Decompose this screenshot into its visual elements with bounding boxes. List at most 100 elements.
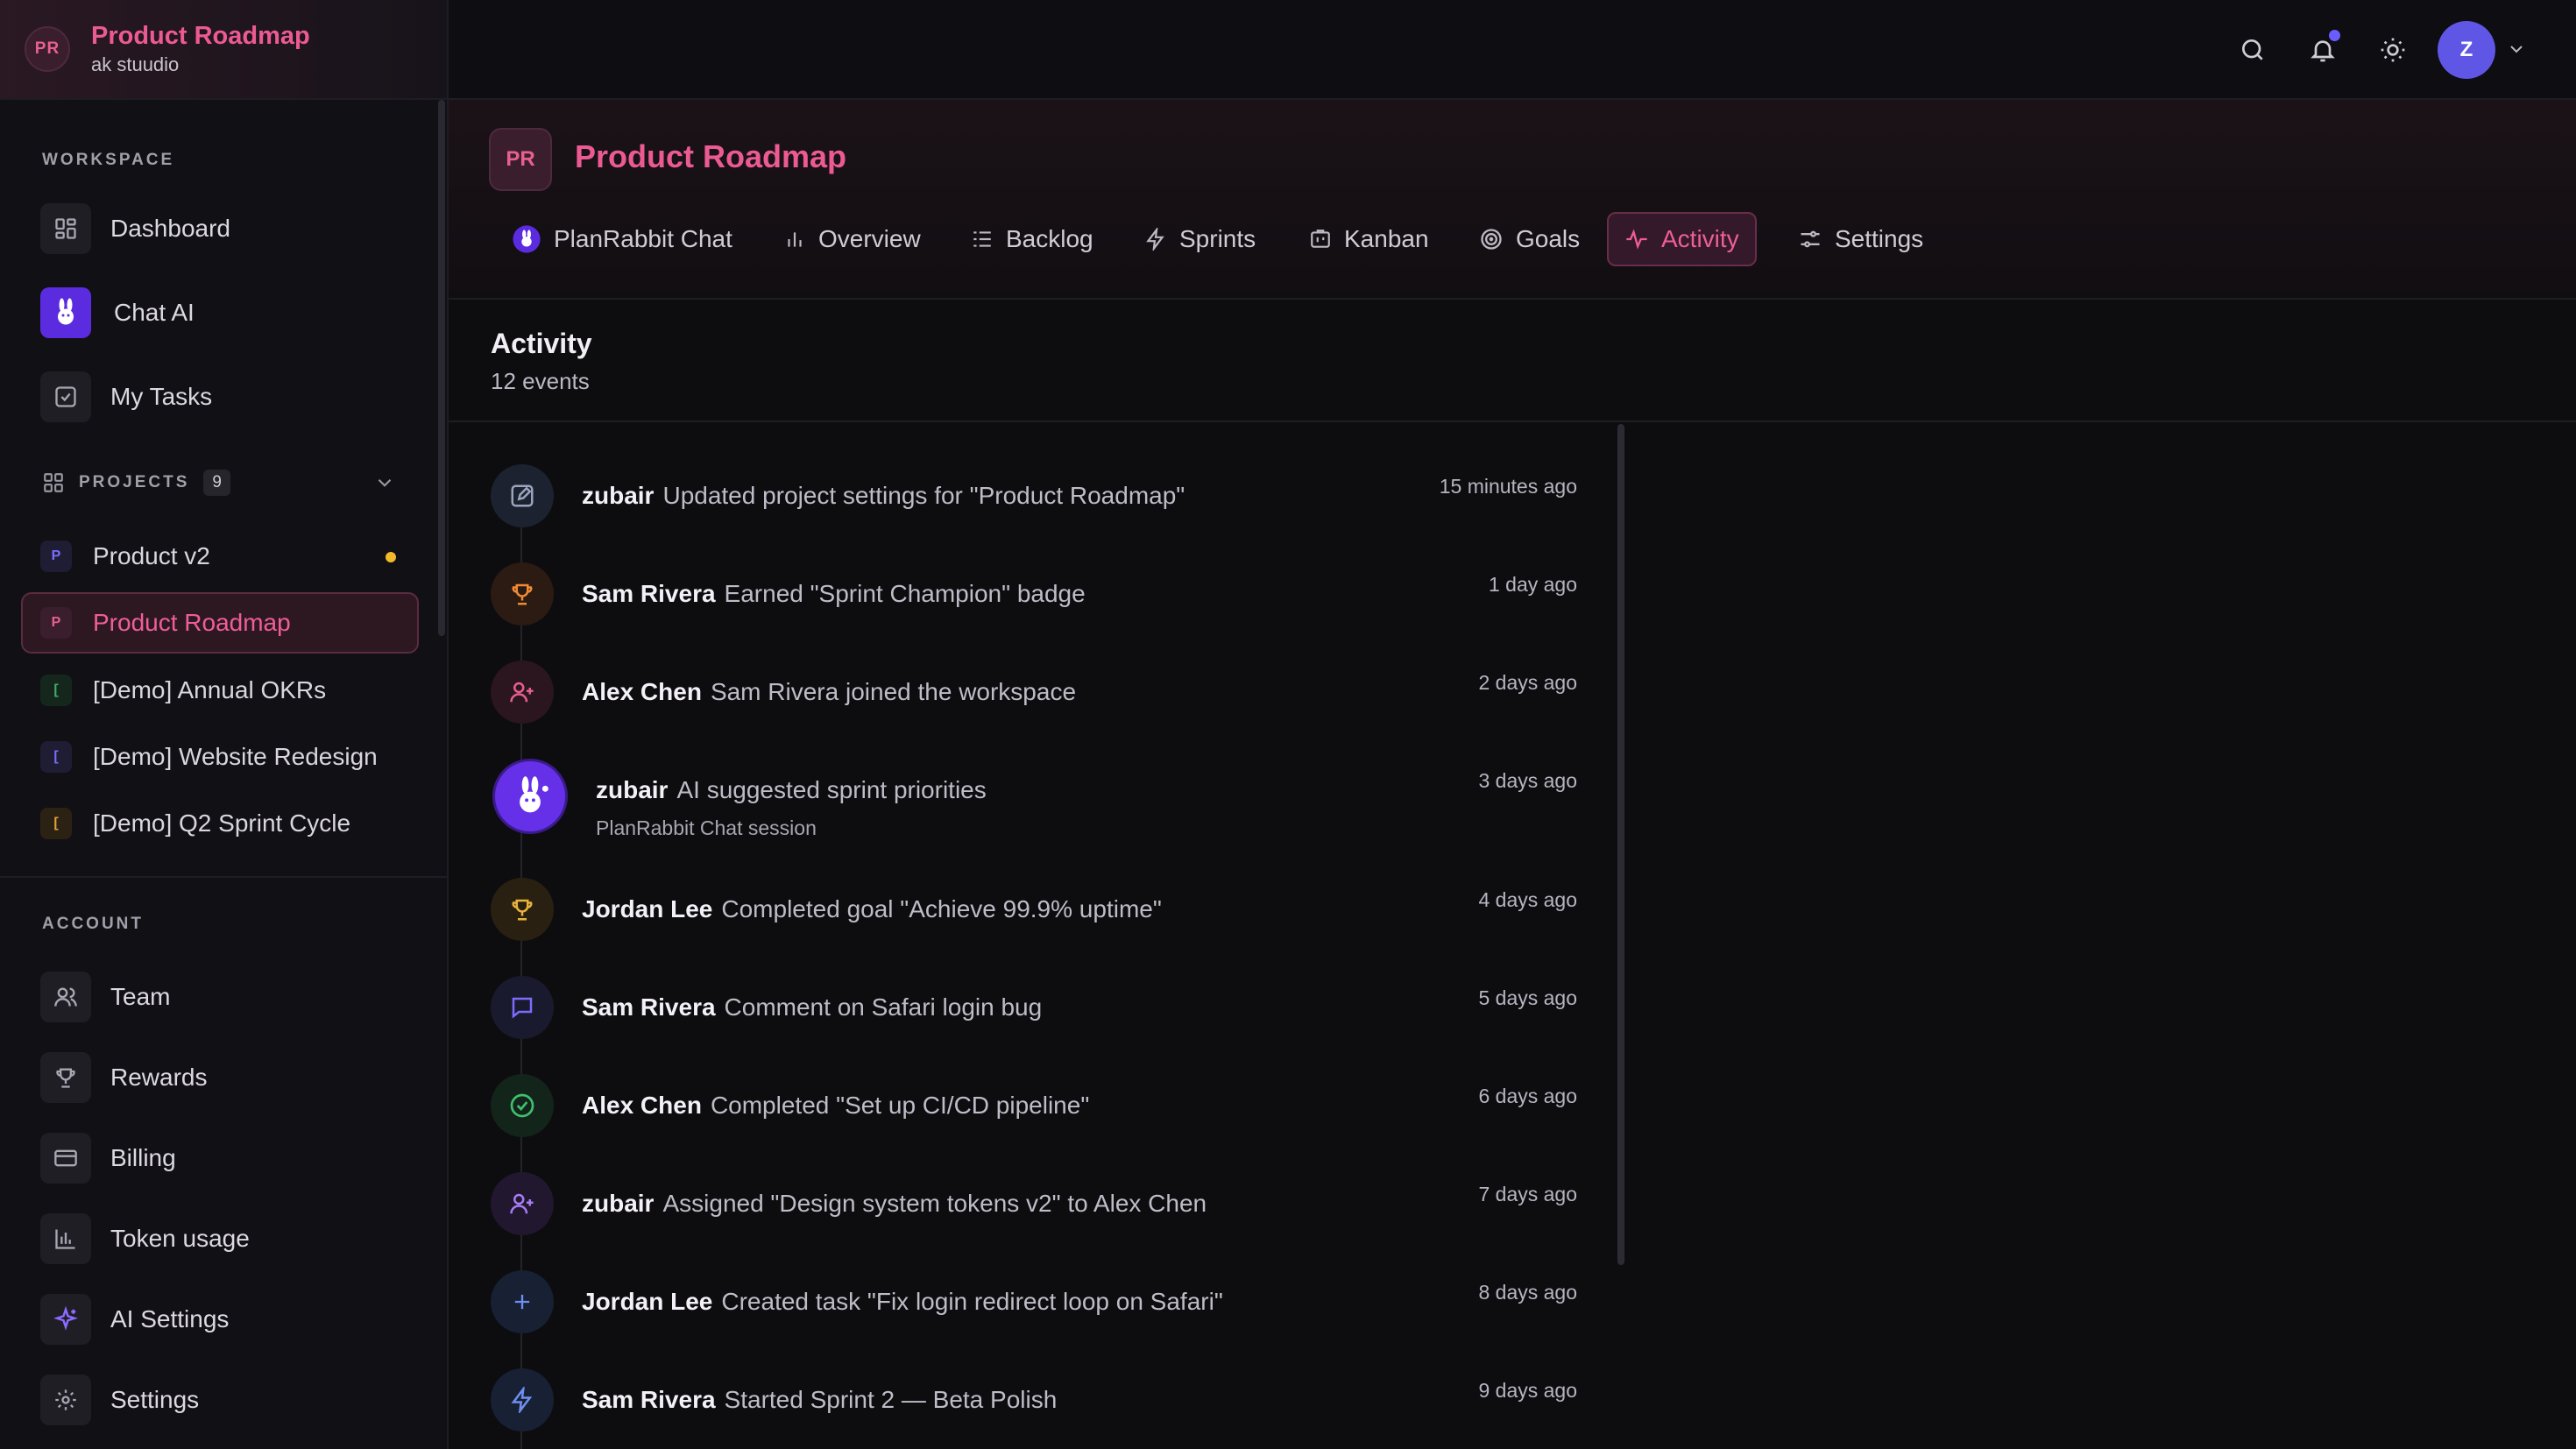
user-plus-icon: [491, 661, 554, 724]
project-initial: [: [40, 675, 72, 706]
chevron-down-icon[interactable]: [2506, 39, 2527, 60]
tab-backlog[interactable]: Backlog: [955, 212, 1109, 266]
workspace-section-label: WORKSPACE: [42, 151, 175, 169]
project-label: Product Roadmap: [93, 609, 291, 636]
activity-actor[interactable]: Sam Rivera: [582, 1386, 716, 1413]
activity-description: Updated project settings for "Product Ro…: [662, 482, 1185, 509]
edit-icon: [491, 464, 554, 527]
tab-kanban[interactable]: Kanban: [1293, 212, 1445, 266]
credit-card-icon: [40, 1133, 91, 1184]
sidebar-item-ai-settings[interactable]: AI Settings: [40, 1294, 229, 1345]
sidebar-scrollbar[interactable]: [438, 100, 445, 636]
tab-label: Goals: [1516, 225, 1581, 252]
sidebar-item-team[interactable]: Team: [40, 972, 170, 1022]
kanban-icon: [1311, 230, 1330, 248]
activity-actor[interactable]: Sam Rivera: [582, 580, 716, 607]
activity-subtext: PlanRabbit Chat session: [596, 816, 817, 839]
activity-description: Created task "Fix login redirect loop on…: [721, 1288, 1223, 1315]
user-avatar[interactable]: Z: [2438, 21, 2495, 79]
activity-actor[interactable]: Jordan Lee: [582, 895, 712, 922]
activity-description: Assigned "Design system tokens v2" to Al…: [662, 1190, 1207, 1217]
projects-count-badge: 9: [203, 470, 230, 496]
activity-description: Completed "Set up CI/CD pipeline": [710, 1092, 1090, 1119]
planrabbit-logo-icon: [492, 759, 568, 834]
bell-icon[interactable]: [2303, 30, 2343, 70]
trophy-icon: [491, 562, 554, 626]
sidebar-item-chat-ai[interactable]: Chat AI: [40, 287, 195, 338]
sidebar-item-label: Settings: [110, 1386, 200, 1413]
activity-actor[interactable]: Jordan Lee: [582, 1288, 712, 1315]
tab-label: Backlog: [1006, 225, 1093, 252]
bar-chart-icon: [40, 1213, 91, 1264]
workspace-switcher[interactable]: PR Product Roadmap ak stuudio: [0, 0, 447, 100]
divider: [449, 421, 2576, 422]
activity-time: 15 minutes ago: [1439, 475, 1577, 498]
activity-icon: [1626, 229, 1647, 250]
lightning-icon: [491, 1368, 554, 1431]
projects-header[interactable]: PROJECTS 9: [42, 470, 230, 496]
sidebar-item-label: Billing: [110, 1144, 176, 1171]
tab-overview[interactable]: Overview: [768, 212, 937, 266]
project-initial: P: [40, 541, 72, 572]
sidebar-item-label: Chat AI: [114, 299, 195, 326]
activity-time: 2 days ago: [1478, 671, 1577, 694]
sidebar-item-label: Token usage: [110, 1225, 250, 1252]
activity-actor[interactable]: zubair: [582, 482, 654, 509]
page-title: Product Roadmap: [575, 138, 847, 174]
checkbox-icon: [40, 371, 91, 422]
sidebar-item-dashboard[interactable]: Dashboard: [40, 203, 230, 254]
sun-icon[interactable]: [2373, 30, 2413, 70]
trophy-icon: [40, 1052, 91, 1103]
tab-settings[interactable]: Settings: [1782, 212, 1939, 266]
sidebar-item-settings[interactable]: Settings: [40, 1375, 199, 1425]
activity-actor[interactable]: zubair: [596, 776, 668, 803]
tab-label: PlanRabbit Chat: [554, 225, 732, 252]
workspace-avatar: PR: [25, 26, 70, 72]
sidebar-project-annual-okrs[interactable]: [ [Demo] Annual OKRs: [40, 675, 326, 706]
activity-time: 3 days ago: [1478, 769, 1577, 792]
tab-goals[interactable]: Goals: [1463, 212, 1596, 266]
sidebar-item-label: Dashboard: [110, 215, 230, 242]
activity-time: 7 days ago: [1478, 1183, 1577, 1205]
tab-sprints[interactable]: Sprints: [1129, 212, 1271, 266]
sidebar-project-q2-sprint-cycle[interactable]: [ [Demo] Q2 Sprint Cycle: [40, 808, 350, 839]
sidebar-project-website-redesign[interactable]: [ [Demo] Website Redesign: [40, 741, 378, 773]
planrabbit-logo-icon: [513, 225, 541, 253]
activity-actor[interactable]: zubair: [582, 1190, 654, 1217]
activity-actor[interactable]: Sam Rivera: [582, 993, 716, 1021]
tab-planrabbit-chat[interactable]: PlanRabbit Chat: [496, 212, 748, 266]
tab-label: Overview: [818, 225, 921, 252]
check-circle-icon: [491, 1074, 554, 1137]
project-label: [Demo] Website Redesign: [93, 743, 378, 770]
trophy-icon: [491, 878, 554, 941]
grid-icon: [44, 473, 63, 492]
sidebar-project-product-v2[interactable]: P Product v2: [40, 541, 210, 572]
tab-label: Settings: [1835, 225, 1924, 252]
workspace-name: Product Roadmap: [91, 22, 310, 50]
activity-time: 8 days ago: [1478, 1281, 1577, 1304]
sidebar: PR Product Roadmap ak stuudio WORKSPACE …: [0, 0, 449, 1449]
workspace-org: ak stuudio: [91, 53, 180, 75]
activity-description: Earned "Sprint Champion" badge: [724, 580, 1086, 607]
tab-activity[interactable]: Activity: [1607, 212, 1757, 266]
sidebar-item-rewards[interactable]: Rewards: [40, 1052, 207, 1103]
activity-actor[interactable]: Alex Chen: [582, 678, 702, 705]
activity-time: 5 days ago: [1478, 986, 1577, 1009]
activity-scrollbar[interactable]: [1617, 424, 1624, 1265]
users-icon: [40, 972, 91, 1022]
sidebar-item-token-usage[interactable]: Token usage: [40, 1213, 250, 1264]
search-icon[interactable]: [2233, 30, 2273, 70]
sidebar-item-label: My Tasks: [110, 383, 213, 410]
activity-actor[interactable]: Alex Chen: [582, 1092, 702, 1119]
dashboard-icon: [40, 203, 91, 254]
sliders-icon: [1801, 230, 1820, 248]
sidebar-item-billing[interactable]: Billing: [40, 1133, 176, 1184]
chevron-down-icon[interactable]: [373, 471, 396, 494]
sidebar-item-label: Rewards: [110, 1064, 208, 1091]
bar-chart-icon: [788, 232, 802, 247]
sidebar-item-my-tasks[interactable]: My Tasks: [40, 371, 212, 422]
activity-time: 1 day ago: [1488, 573, 1577, 596]
sidebar-project-product-roadmap[interactable]: P Product Roadmap: [40, 607, 291, 639]
activity-description: Completed goal "Achieve 99.9% uptime": [721, 895, 1162, 922]
sidebar-divider: [0, 876, 449, 878]
